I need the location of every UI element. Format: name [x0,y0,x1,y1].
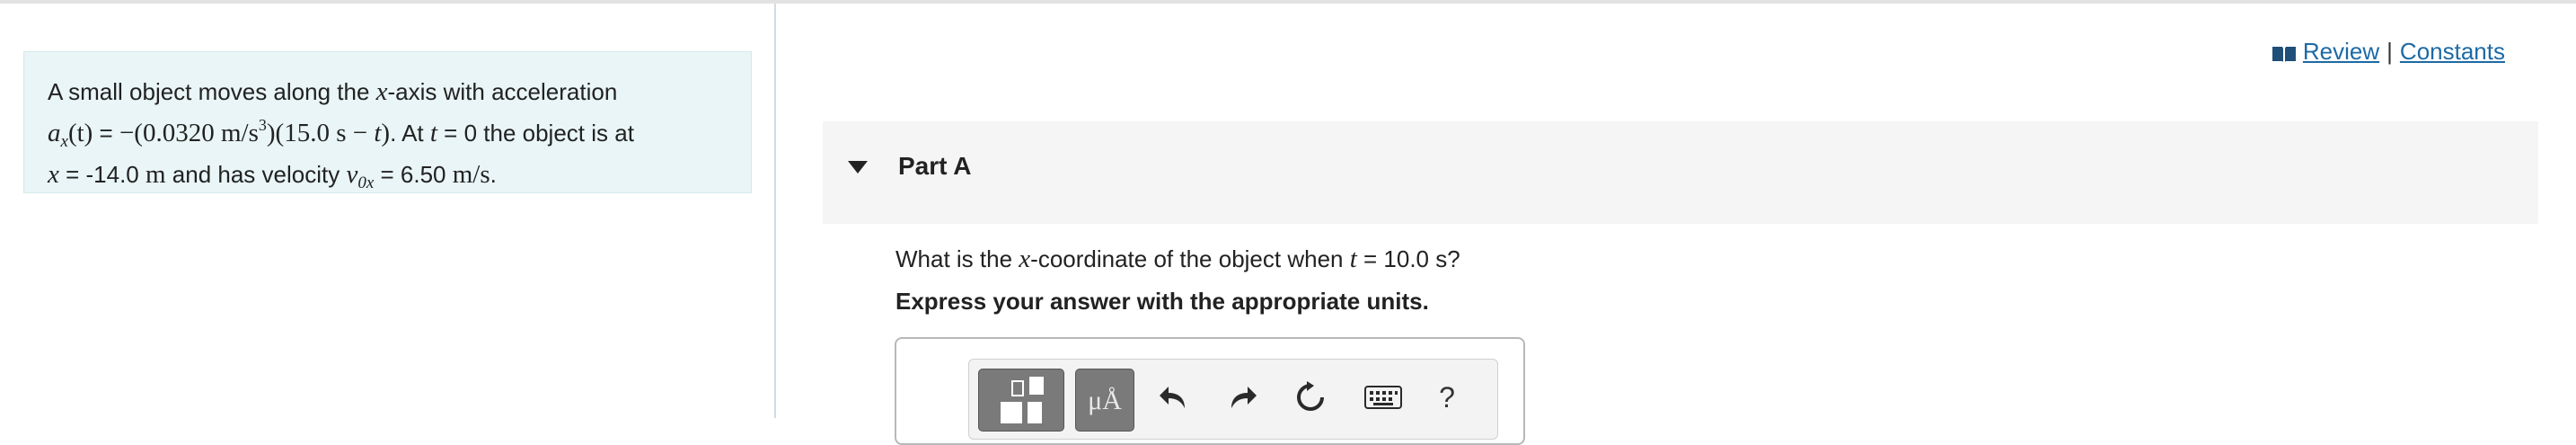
problem-text: and has velocity [165,161,347,188]
question-text: What is the x-coordinate of the object w… [895,241,1460,277]
problem-text: A small object moves along the [48,78,376,105]
math-toolbar: μÅ ? [968,359,1498,440]
problem-text: = 0 the object is at [437,120,634,147]
review-constants-links: Review | Constants [2271,38,2505,66]
answer-instruction: Express your answer with the appropriate… [895,288,1429,315]
math-t: t [1349,245,1357,273]
question-segment: = 10.0 s? [1356,245,1460,272]
problem-text: = -14.0 [58,161,146,188]
math-subscript: x [60,132,68,151]
math-x: x [1019,245,1031,273]
math-unit: m/s [452,160,490,189]
math-t: t [429,119,437,147]
answer-box: μÅ ? [895,337,1525,445]
math-factor: )(15.0 s − [266,119,375,147]
math-v: v [346,160,358,189]
link-separator: | [2386,38,2393,65]
math-coefficient: −(0.0320 m/s [119,119,259,147]
part-title: Part A [898,152,972,180]
templates-icon [1011,380,1024,396]
reset-icon[interactable] [1291,374,1330,421]
collapse-caret-icon[interactable] [848,161,868,174]
undo-icon[interactable] [1154,374,1194,421]
problem-text: . [490,161,497,188]
problem-line-3: x = -14.0 m and has velocity v0x = 6.50 … [48,158,728,200]
redo-icon[interactable] [1222,374,1262,421]
math-x: x [48,160,59,189]
top-border [0,0,2576,4]
templates-icon-part [1001,402,1022,423]
templates-icon-part [1028,402,1042,423]
math-x: x [375,77,388,106]
book-icon [2271,42,2298,62]
problem-text: . At [390,120,430,147]
part-a-header[interactable]: Part A [823,121,2538,224]
problem-text: = 6.50 [374,161,453,188]
units-button[interactable]: μÅ [1075,369,1134,432]
templates-icon-part [1029,377,1044,395]
math-exponent: 3 [258,116,267,134]
math-subscript: 0x [357,174,375,192]
math-unit: m [146,160,166,189]
keyboard-icon[interactable] [1361,374,1406,421]
constants-link[interactable]: Constants [2400,38,2505,66]
problem-line-1: A small object moves along the x-axis wi… [48,76,728,109]
templates-button[interactable] [978,369,1064,432]
math-a: a [48,119,61,147]
math-arg: (t) [67,119,93,147]
panel-divider [774,4,776,418]
question-segment: -coordinate of the object when [1030,245,1350,272]
question-segment: What is the [895,245,1019,272]
review-link[interactable]: Review [2303,38,2379,66]
problem-statement: A small object moves along the x-axis wi… [23,51,752,193]
math-paren: ) [381,119,391,147]
help-icon[interactable]: ? [1427,374,1467,421]
problem-text: -axis with acceleration [387,78,618,105]
problem-line-2: ax(t) = −(0.0320 m/s3)(15.0 s − t). At t… [48,109,728,158]
equals: = [93,120,119,147]
